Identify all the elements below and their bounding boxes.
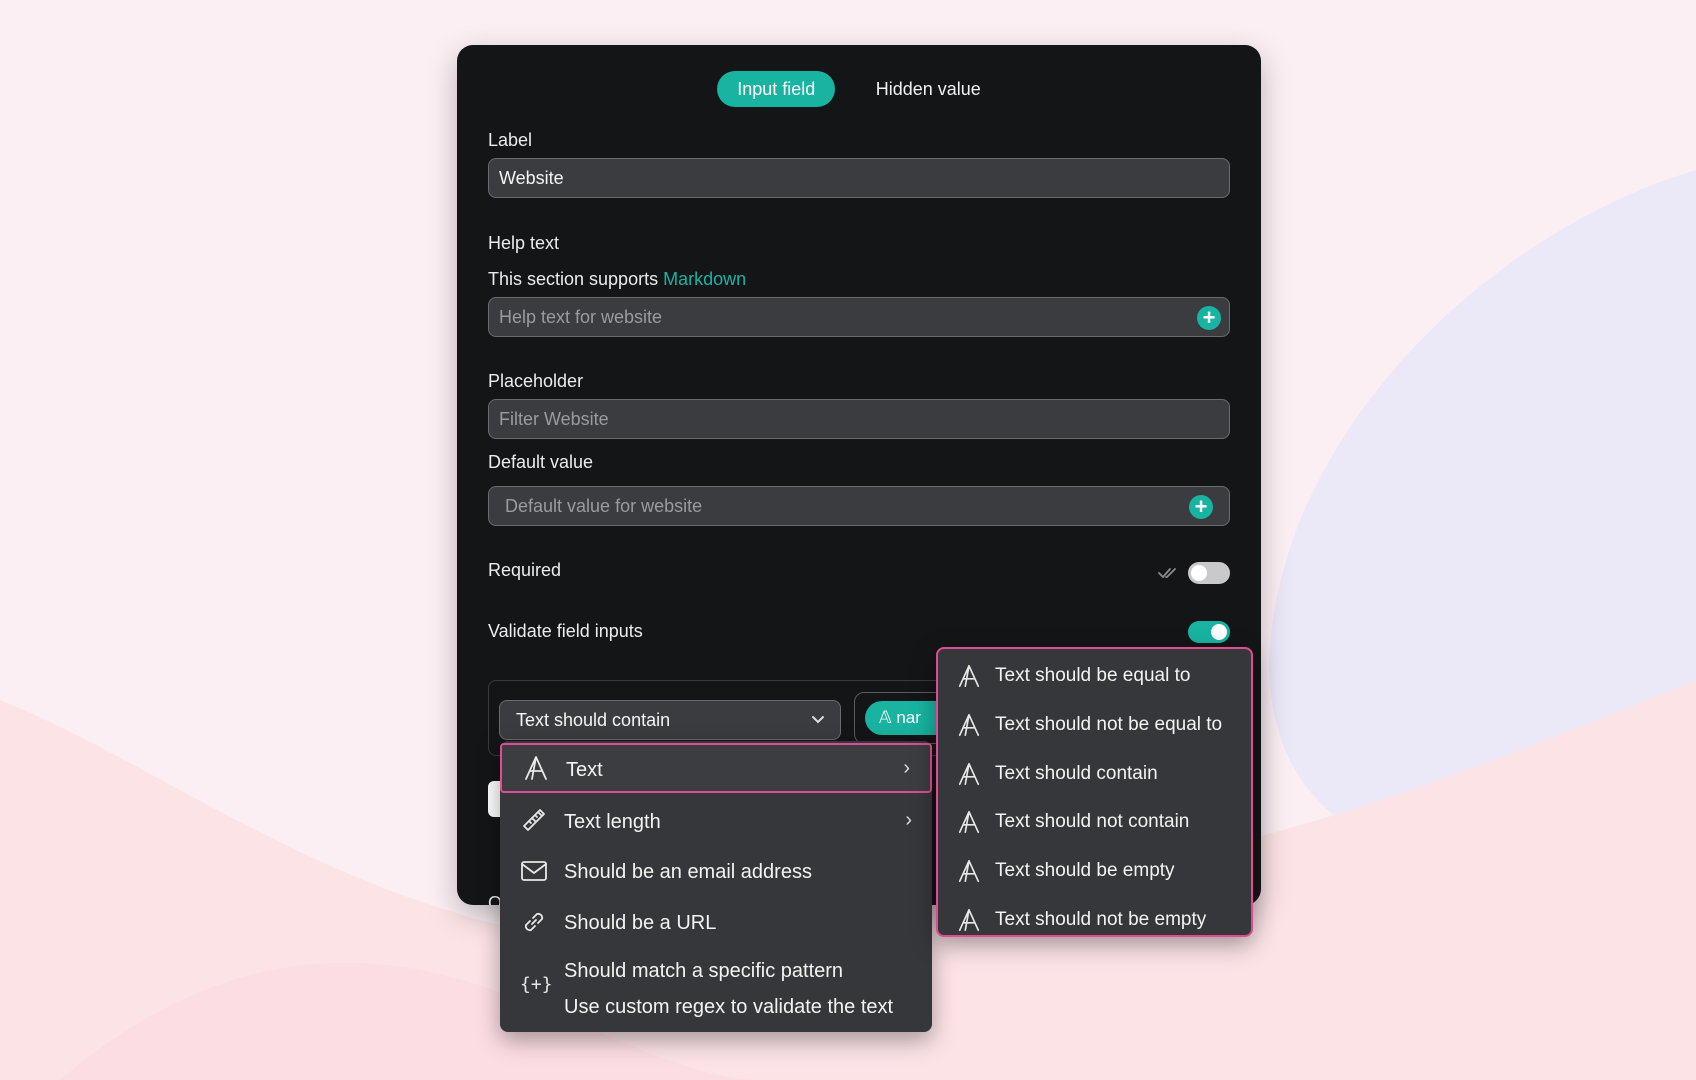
validate-title: Validate field inputs	[488, 621, 643, 641]
add-variable-icon[interactable]: +	[1197, 306, 1221, 330]
required-toggle[interactable]	[1188, 562, 1230, 584]
menu-item-sublabel: Use custom regex to validate the text	[564, 996, 894, 1018]
menu-item-label: Text length	[564, 811, 661, 833]
submenu-item[interactable]: Text should contain	[938, 751, 1251, 795]
help-text-supports: This section supports Markdown	[488, 269, 746, 290]
envelope-icon	[521, 861, 547, 881]
text-a-icon	[958, 664, 980, 688]
submenu-item-label: Text should not be equal to	[995, 714, 1223, 735]
text-a-icon	[525, 756, 547, 780]
submenu-item[interactable]: Text should not be empty	[938, 897, 1251, 941]
submenu-item[interactable]: Text should be equal to	[938, 653, 1251, 697]
required-title: Required	[488, 560, 562, 580]
text-a-icon	[958, 713, 980, 737]
help-text-input[interactable]: Help text for website +	[488, 297, 1230, 337]
submenu-item-label: Text should contain	[995, 763, 1158, 784]
menu-item-label: Should be an email address	[564, 861, 812, 883]
link-icon	[524, 912, 544, 932]
text-a-icon: 𝔸	[879, 708, 892, 727]
help-text-placeholder: Help text for website	[499, 307, 663, 327]
text-a-icon	[958, 762, 980, 786]
tab-input-field[interactable]: Input field	[717, 71, 836, 107]
toggle-knob	[1211, 624, 1227, 640]
validation-menu: Text › Text length › Should be an email …	[500, 741, 932, 1032]
tab-bar: Input field Hidden value	[457, 71, 1261, 107]
condition-select[interactable]: Text should contain	[499, 700, 841, 740]
default-value-input[interactable]: Default value for website +	[488, 486, 1230, 526]
menu-item-text-length[interactable]: Text length ›	[500, 795, 932, 845]
text-a-icon	[958, 859, 980, 883]
submenu-item[interactable]: Text should be empty	[938, 848, 1251, 892]
chevron-right-icon: ›	[903, 757, 910, 779]
menu-item-url[interactable]: Should be a URL	[500, 896, 932, 946]
chevron-right-icon: ›	[905, 809, 912, 831]
submenu-item-label: Text should be equal to	[995, 665, 1191, 686]
menu-item-email[interactable]: Should be an email address	[500, 845, 932, 895]
label-input[interactable]: Website	[488, 158, 1230, 198]
chip-text: nar	[896, 708, 921, 727]
menu-item-label: Should be a URL	[564, 912, 717, 934]
label-title: Label	[488, 130, 533, 150]
default-value-title: Default value	[488, 452, 594, 472]
condition-selected: Text should contain	[516, 710, 671, 730]
default-value-placeholder: Default value for website	[505, 496, 703, 516]
validate-toggle[interactable]	[1188, 621, 1230, 643]
double-check-icon	[1158, 568, 1176, 579]
text-a-icon	[958, 908, 980, 932]
regex-icon: {+}	[520, 974, 553, 995]
add-variable-icon[interactable]: +	[1189, 495, 1213, 519]
ruler-icon	[523, 809, 545, 831]
submenu-item-label: Text should be empty	[995, 860, 1175, 881]
text-a-icon	[958, 810, 980, 834]
markdown-link[interactable]: Markdown	[663, 269, 746, 289]
menu-item-label: Should match a specific pattern	[564, 960, 844, 982]
submenu-item-label: Text should not be empty	[995, 909, 1207, 930]
submenu-item-label: Text should not contain	[995, 811, 1190, 832]
submenu-item[interactable]: Text should not be equal to	[938, 702, 1251, 746]
menu-item-label: Text	[566, 759, 603, 781]
menu-item-pattern[interactable]: {+} Should match a specific pattern Use …	[500, 946, 932, 1028]
toggle-knob	[1191, 565, 1207, 581]
text-submenu: Text should be equal to Text should not …	[936, 647, 1253, 937]
menu-item-text[interactable]: Text ›	[500, 743, 932, 793]
placeholder-input[interactable]: Filter Website	[488, 399, 1230, 439]
help-text-title: Help text	[488, 233, 560, 253]
placeholder-title: Placeholder	[488, 371, 584, 391]
submenu-item[interactable]: Text should not contain	[938, 799, 1251, 843]
tab-hidden-value[interactable]: Hidden value	[856, 71, 1001, 107]
supports-text: This section supports	[488, 269, 659, 289]
